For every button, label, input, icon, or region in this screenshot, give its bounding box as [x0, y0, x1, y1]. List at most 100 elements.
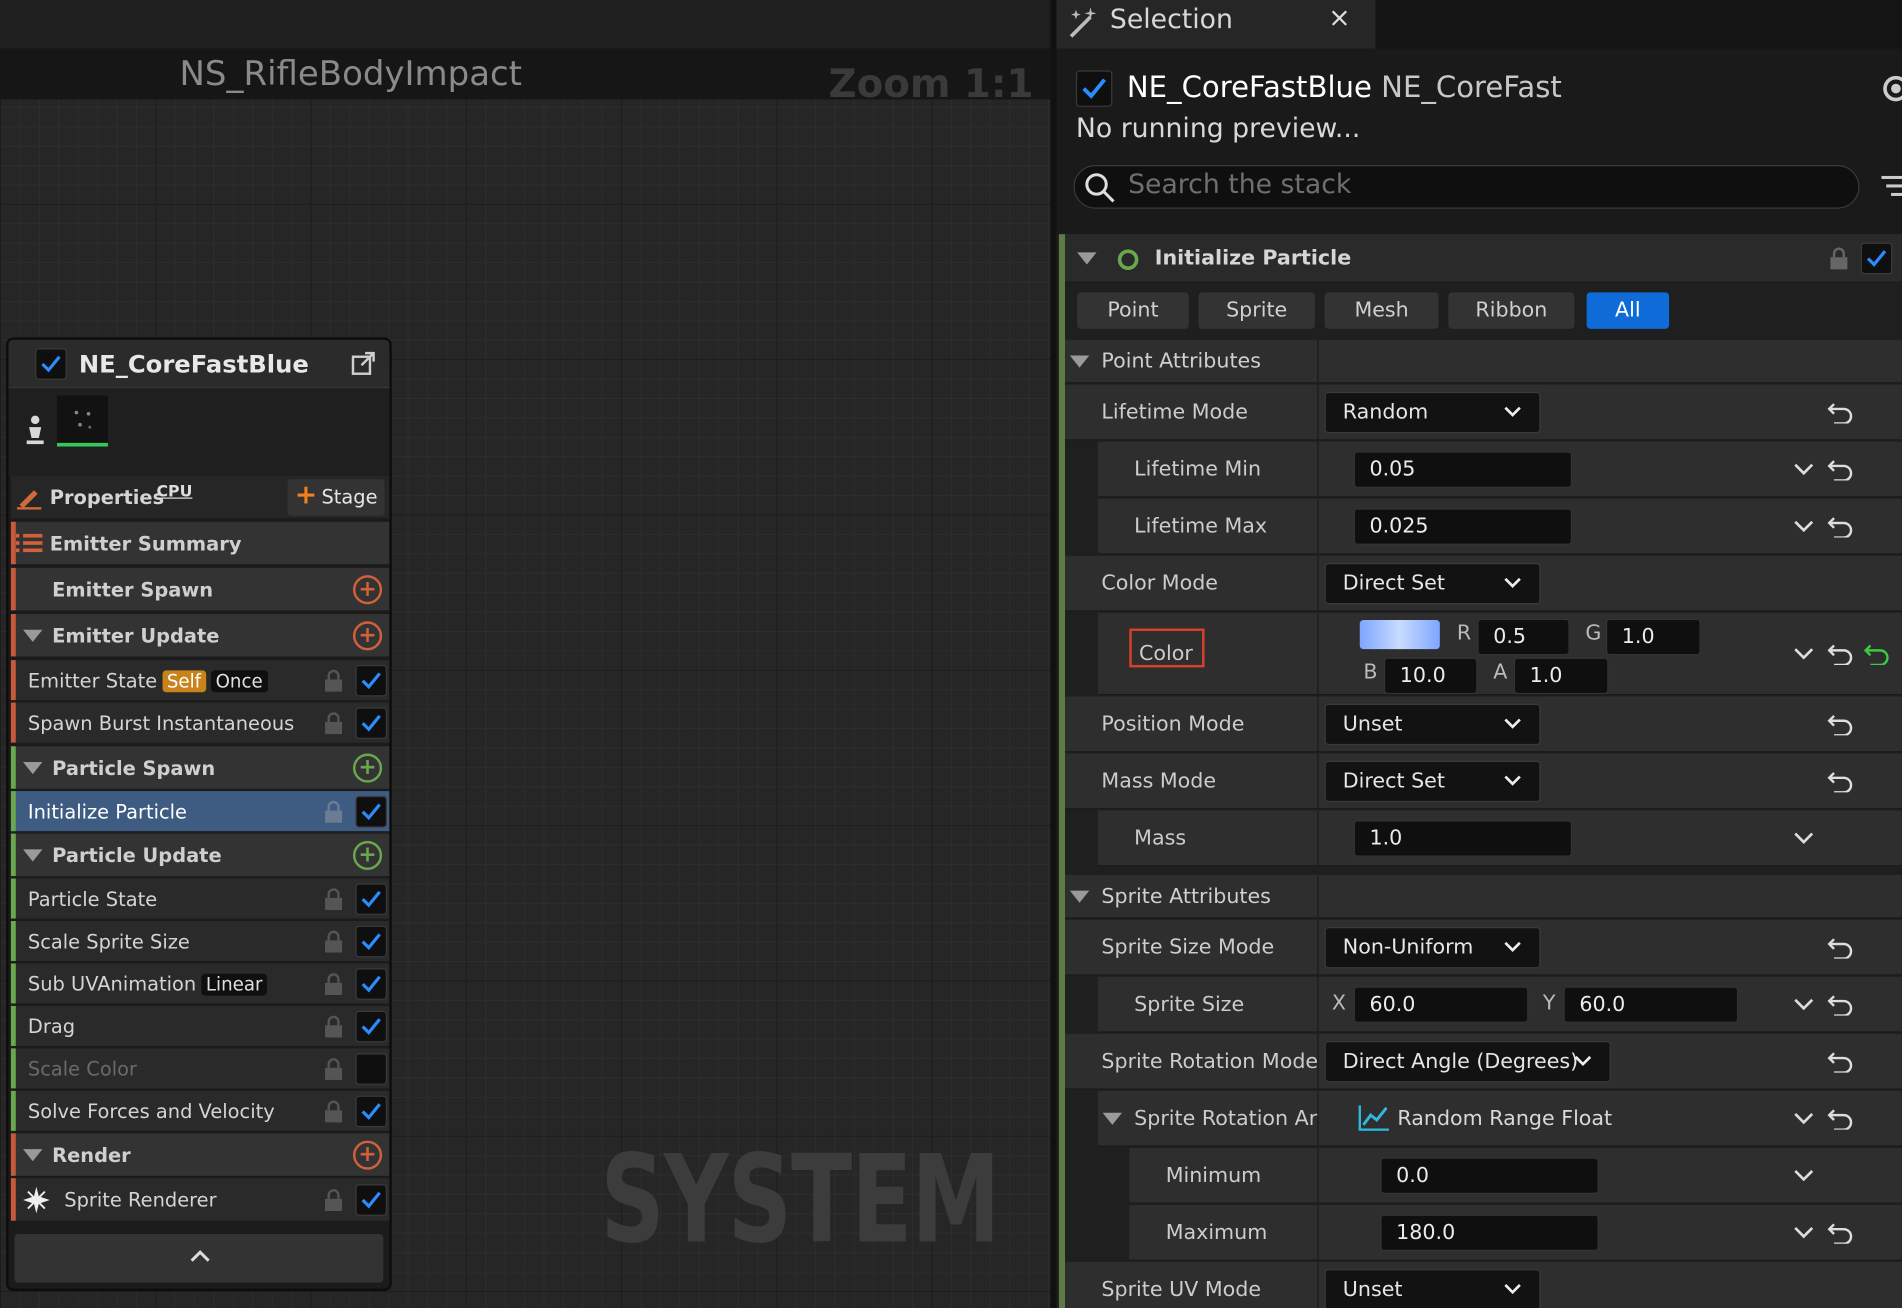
properties-row[interactable]: Properties CPU + Stage — [10, 475, 390, 520]
chevron-down-icon[interactable] — [1792, 1221, 1816, 1245]
module-disabled-checkbox[interactable] — [355, 1052, 387, 1085]
color-g-field[interactable]: 1.0 — [1606, 618, 1701, 656]
lock-icon[interactable] — [1829, 246, 1848, 270]
collapse-arrow-icon[interactable] — [23, 848, 43, 861]
mass-field[interactable]: 1.0 — [1353, 819, 1573, 857]
reset-to-parent-icon[interactable] — [1863, 643, 1890, 665]
reset-icon[interactable] — [1827, 713, 1854, 736]
chevron-down-icon[interactable] — [1792, 457, 1816, 481]
close-icon[interactable]: × — [1328, 4, 1350, 34]
add-module-button[interactable]: + — [352, 620, 383, 650]
lifetime-max-field[interactable]: 0.025 — [1353, 507, 1573, 545]
gear-icon[interactable] — [1878, 70, 1902, 106]
collapse-arrow-icon[interactable] — [1102, 1112, 1123, 1125]
collapse-arrow-icon[interactable] — [1069, 354, 1090, 368]
module-header[interactable]: Initialize Particle — [1065, 234, 1902, 283]
filter-all-button[interactable]: All — [1585, 291, 1671, 331]
emitter-summary-row[interactable]: Emitter Summary — [10, 521, 390, 566]
reset-icon[interactable] — [1827, 994, 1854, 1016]
dynamic-input-label[interactable]: Random Range Float — [1397, 1106, 1612, 1130]
color-a-field[interactable]: 1.0 — [1513, 657, 1609, 695]
chevron-down-icon[interactable] — [1792, 993, 1816, 1017]
lock-icon[interactable] — [324, 1099, 343, 1123]
module-enabled-checkbox[interactable] — [355, 706, 387, 739]
lifetime-min-field[interactable]: 0.05 — [1353, 450, 1573, 488]
module-row-spawn-burst[interactable]: Spawn Burst Instantaneous — [10, 702, 390, 744]
emitter-node[interactable]: NE_CoreFastBlue Properties CPU + Stage E… — [6, 337, 392, 1292]
add-module-button[interactable]: + — [352, 752, 383, 783]
module-row-solve-forces[interactable]: Solve Forces and Velocity — [10, 1090, 390, 1133]
lifetime-mode-dropdown[interactable]: Random — [1324, 391, 1541, 433]
maximum-field[interactable]: 180.0 — [1380, 1214, 1599, 1251]
module-row-sprite-renderer[interactable]: Sprite Renderer — [10, 1178, 390, 1222]
stack-search-input[interactable]: Search the stack — [1073, 165, 1860, 209]
collapse-arrow-icon[interactable] — [23, 629, 43, 642]
reset-icon[interactable] — [1827, 402, 1854, 424]
sprite-uv-mode-dropdown[interactable]: Unset — [1324, 1268, 1541, 1308]
lock-icon[interactable] — [324, 1187, 343, 1211]
reset-icon[interactable] — [1827, 1051, 1854, 1073]
open-external-icon[interactable] — [351, 349, 378, 376]
lock-icon[interactable] — [324, 1014, 343, 1038]
reset-icon[interactable] — [1827, 643, 1854, 665]
collapse-arrow-icon[interactable] — [1069, 890, 1090, 903]
module-row-particle-state[interactable]: Particle State — [10, 878, 390, 920]
module-enabled-checkbox[interactable] — [1860, 242, 1893, 275]
filter-sprite-button[interactable]: Sprite — [1197, 291, 1317, 331]
add-renderer-button[interactable]: + — [352, 1139, 383, 1170]
filter-point-button[interactable]: Point — [1075, 291, 1190, 331]
particle-spawn-row[interactable]: Particle Spawn + — [10, 746, 390, 790]
chevron-down-icon[interactable] — [1792, 1107, 1816, 1131]
chevron-down-icon[interactable] — [1792, 826, 1816, 850]
module-row-scale-sprite-size[interactable]: Scale Sprite Size — [10, 920, 390, 963]
module-row-initialize-particle[interactable]: Initialize Particle — [10, 791, 390, 833]
emitter-enabled-checkbox[interactable] — [35, 348, 67, 380]
sprite-size-mode-dropdown[interactable]: Non-Uniform — [1324, 926, 1541, 968]
reset-icon[interactable] — [1827, 937, 1854, 959]
lock-icon[interactable] — [324, 1056, 343, 1080]
position-mode-dropdown[interactable]: Unset — [1324, 703, 1541, 745]
lock-icon[interactable] — [324, 710, 343, 734]
color-swatch[interactable] — [1359, 620, 1440, 650]
color-b-field[interactable]: 10.0 — [1384, 657, 1478, 695]
emitter-spawn-row[interactable]: Emitter Spawn + — [10, 567, 390, 612]
module-row-scale-color[interactable]: Scale Color — [10, 1048, 390, 1090]
sprite-size-x-field[interactable]: 60.0 — [1353, 985, 1529, 1023]
filter-mesh-button[interactable]: Mesh — [1323, 291, 1440, 331]
add-module-button[interactable]: + — [352, 840, 383, 870]
point-attributes-section[interactable]: Point Attributes — [1065, 339, 1902, 384]
sprite-size-y-field[interactable]: 60.0 — [1563, 985, 1739, 1023]
lock-icon[interactable] — [324, 668, 343, 692]
module-enabled-checkbox[interactable] — [355, 1010, 387, 1042]
filter-ribbon-button[interactable]: Ribbon — [1447, 291, 1576, 331]
filter-icon[interactable] — [1881, 174, 1902, 201]
reset-icon[interactable] — [1827, 459, 1854, 481]
collapse-node-button[interactable] — [14, 1234, 384, 1283]
module-enabled-checkbox[interactable] — [355, 664, 387, 696]
module-enabled-checkbox[interactable] — [355, 882, 387, 915]
collapse-arrow-icon[interactable] — [23, 761, 43, 774]
add-stage-button[interactable]: + Stage — [287, 479, 385, 516]
chevron-down-icon[interactable] — [1792, 1164, 1816, 1188]
tab-selection[interactable]: Selection × — [1056, 0, 1376, 49]
module-row-drag[interactable]: Drag — [10, 1005, 390, 1048]
mass-mode-dropdown[interactable]: Direct Set — [1324, 760, 1541, 802]
emitter-enabled-checkbox[interactable] — [1075, 70, 1113, 107]
chevron-down-icon[interactable] — [1792, 514, 1816, 538]
sprite-attributes-section[interactable]: Sprite Attributes — [1065, 874, 1902, 919]
emitter-update-row[interactable]: Emitter Update + — [10, 613, 390, 658]
module-enabled-checkbox[interactable] — [355, 925, 387, 957]
collapse-arrow-icon[interactable] — [23, 1148, 43, 1161]
module-enabled-checkbox[interactable] — [355, 1183, 387, 1216]
module-enabled-checkbox[interactable] — [355, 1095, 387, 1127]
color-mode-dropdown[interactable]: Direct Set — [1324, 562, 1541, 604]
module-enabled-checkbox[interactable] — [355, 967, 387, 1000]
collapse-arrow-icon[interactable] — [1077, 251, 1097, 264]
module-row-emitter-state[interactable]: Emitter State Self Once — [10, 660, 390, 702]
sprite-rotation-mode-dropdown[interactable]: Direct Angle (Degrees) — [1324, 1040, 1611, 1082]
add-module-button[interactable]: + — [352, 574, 383, 604]
reset-icon[interactable] — [1827, 1222, 1854, 1244]
module-row-sub-uv-animation[interactable]: Sub UVAnimation Linear — [10, 963, 390, 1005]
particle-update-row[interactable]: Particle Update + — [10, 833, 390, 878]
render-row[interactable]: Render + — [10, 1133, 390, 1177]
